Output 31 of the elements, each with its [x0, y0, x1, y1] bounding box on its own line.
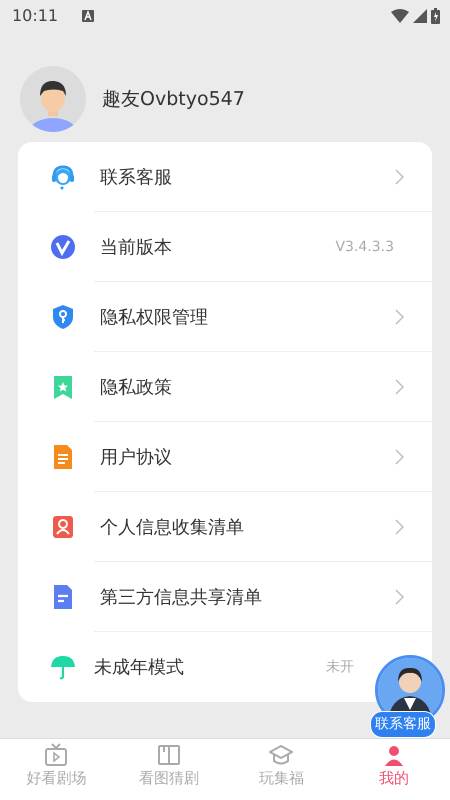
chevron-right-icon	[395, 519, 404, 535]
menu-item[interactable]: 个人信息收集清单	[100, 514, 244, 540]
chevron-right-icon	[395, 169, 404, 185]
battery-icon	[431, 8, 440, 24]
shield-key-icon	[50, 304, 76, 330]
version-icon	[50, 234, 76, 260]
chevron-right-icon	[395, 379, 404, 395]
wifi-icon	[391, 9, 409, 23]
menu-item[interactable]: 隐私政策	[100, 374, 172, 400]
username: 趣友Ovbtyo547	[102, 86, 245, 112]
tv-icon	[44, 743, 68, 767]
menu-item[interactable]: 第三方信息共享清单	[100, 584, 262, 610]
setting-value: V3.4.3.3	[335, 238, 394, 256]
book-icon	[156, 743, 181, 767]
graduation-cap-icon	[269, 743, 294, 767]
signal-icon	[413, 9, 427, 23]
menu-item[interactable]: 用户协议	[100, 444, 172, 470]
chevron-right-icon	[395, 309, 404, 325]
headset-icon	[50, 164, 76, 190]
notification-icon	[82, 10, 94, 22]
menu-item[interactable]: 联系客服	[100, 164, 172, 190]
chevron-right-icon	[395, 589, 404, 605]
menu-item[interactable]: 隐私权限管理	[100, 304, 208, 330]
chevron-right-icon	[395, 449, 404, 465]
customer-service-button[interactable]: 联系客服	[372, 655, 448, 737]
setting-value: 未开	[326, 658, 354, 676]
status-time: 10:11	[12, 5, 58, 27]
menu-item[interactable]: 当前版本	[100, 234, 172, 260]
menu-item[interactable]: 未成年模式	[94, 654, 184, 680]
person-card-icon	[50, 514, 76, 540]
umbrella-icon	[50, 654, 76, 680]
